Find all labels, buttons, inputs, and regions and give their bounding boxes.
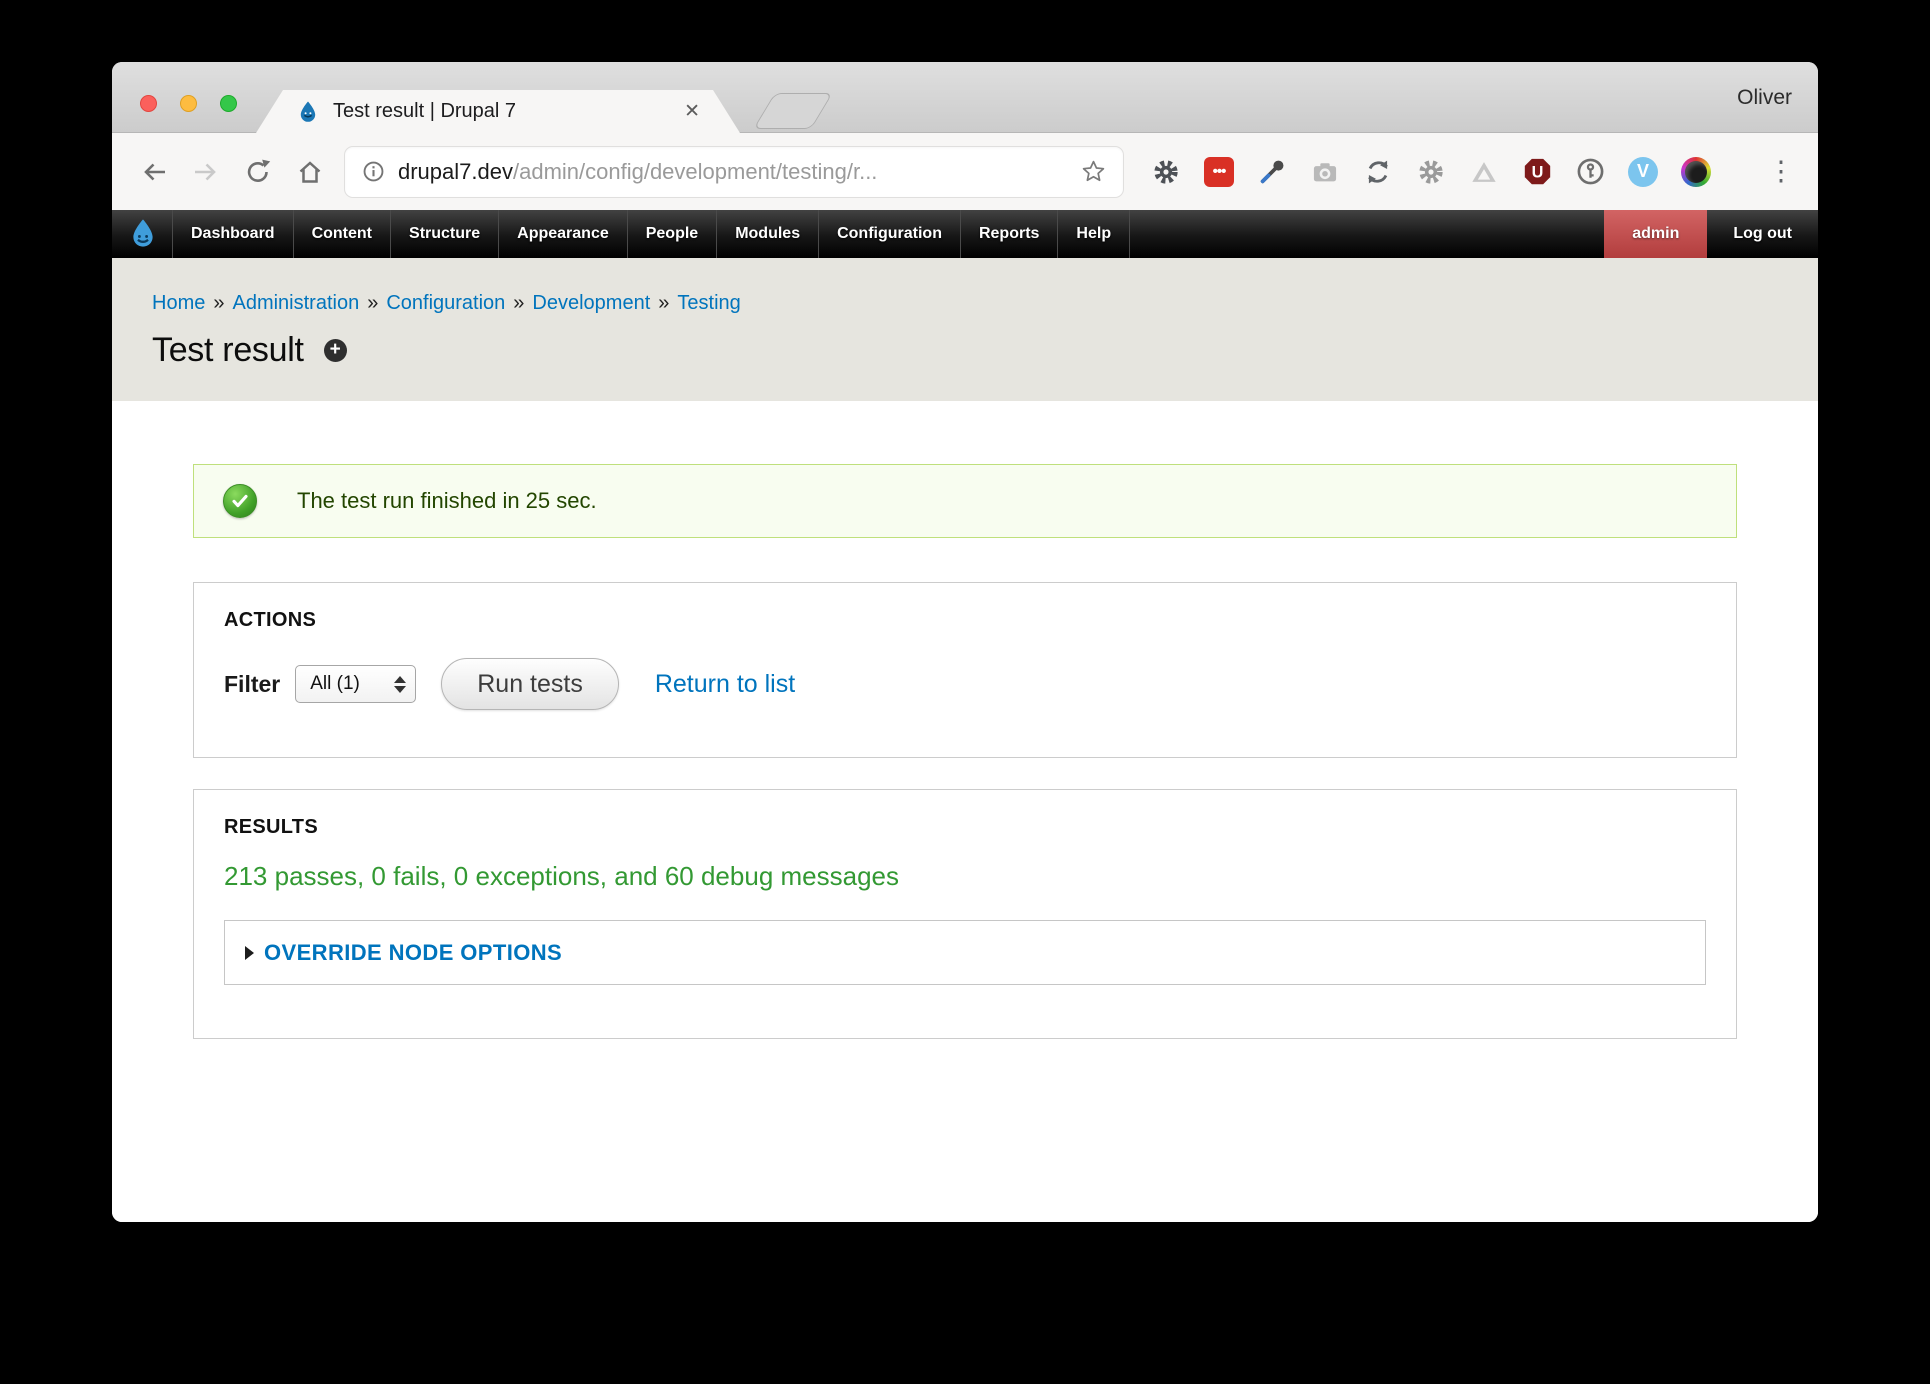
zoom-window-button[interactable] (220, 95, 237, 112)
url-path: /admin/config/development/testing/r... (513, 159, 877, 184)
toolbar-item-content[interactable]: Content (294, 210, 391, 258)
results-summary: 213 passes, 0 fails, 0 exceptions, and 6… (224, 861, 1706, 892)
browser-window: Test result | Drupal 7 ✕ Oliver drupal7.… (112, 62, 1818, 1222)
back-button[interactable] (128, 146, 180, 198)
new-tab-button[interactable] (753, 93, 833, 129)
browser-menu-icon[interactable]: ⋮ (1766, 156, 1796, 187)
page-content: The test run finished in 25 sec. ACTIONS… (112, 401, 1818, 1222)
toolbar-item-structure[interactable]: Structure (391, 210, 499, 258)
success-check-icon (223, 484, 257, 518)
browser-tab[interactable]: Test result | Drupal 7 ✕ (256, 90, 740, 133)
override-node-options-title: OVERRIDE NODE OPTIONS (264, 940, 562, 966)
window-controls (140, 95, 237, 112)
toolbar-item-help[interactable]: Help (1058, 210, 1130, 258)
tab-title: Test result | Drupal 7 (333, 100, 516, 123)
results-heading: RESULTS (224, 816, 1706, 839)
status-message-text: The test run finished in 25 sec. (297, 488, 597, 514)
vimeo-icon[interactable]: V (1627, 156, 1659, 188)
close-window-button[interactable] (140, 95, 157, 112)
drupal-admin-toolbar: Dashboard Content Structure Appearance P… (112, 210, 1818, 258)
toolbar-logout[interactable]: Log out (1707, 210, 1818, 258)
breadcrumb-separator: » (513, 292, 524, 314)
breadcrumb-testing[interactable]: Testing (677, 292, 740, 314)
results-panel: RESULTS 213 passes, 0 fails, 0 exception… (193, 789, 1737, 1039)
breadcrumb: Home » Administration » Configuration » Develo… (152, 292, 1818, 315)
override-node-options-toggle[interactable]: OVERRIDE NODE OPTIONS (245, 940, 562, 966)
ublock-origin-icon[interactable]: U (1521, 156, 1553, 188)
bookmark-star-icon[interactable] (1080, 158, 1107, 185)
camera-icon[interactable] (1309, 156, 1341, 188)
collapsed-arrow-icon (245, 946, 254, 960)
override-node-options-fieldset: OVERRIDE NODE OPTIONS (224, 920, 1706, 985)
status-message: The test run finished in 25 sec. (193, 464, 1737, 538)
settings-gear-icon[interactable] (1150, 156, 1182, 188)
camera-lens-icon[interactable] (1680, 156, 1712, 188)
site-info-icon[interactable] (361, 159, 386, 184)
actions-heading: ACTIONS (224, 609, 1706, 632)
extensions-area: ••• U V (1150, 156, 1802, 188)
toolbar-item-modules[interactable]: Modules (717, 210, 819, 258)
select-stepper-icon (394, 676, 406, 693)
toolbar-item-people[interactable]: People (628, 210, 717, 258)
toolbar-item-appearance[interactable]: Appearance (499, 210, 628, 258)
reload-button[interactable] (232, 146, 284, 198)
toolbar-user-admin[interactable]: admin (1604, 210, 1707, 258)
minimize-window-button[interactable] (180, 95, 197, 112)
filter-select[interactable]: All (1) (295, 665, 416, 703)
toolbar-item-reports[interactable]: Reports (961, 210, 1058, 258)
breadcrumb-separator: » (213, 292, 224, 314)
page-refresh-icon[interactable] (1362, 156, 1394, 188)
url-text: drupal7.dev/admin/config/development/tes… (398, 159, 877, 185)
page-header: Home » Administration » Configuration » Develo… (112, 258, 1818, 401)
drupal-logo-icon[interactable] (112, 210, 173, 258)
breadcrumb-development[interactable]: Development (532, 292, 650, 314)
breadcrumb-home[interactable]: Home (152, 292, 205, 314)
gear-icon[interactable] (1415, 156, 1447, 188)
drive-icon[interactable] (1468, 156, 1500, 188)
run-tests-button[interactable]: Run tests (441, 658, 619, 710)
tab-close-icon[interactable]: ✕ (684, 100, 700, 123)
add-shortcut-icon[interactable]: + (324, 339, 347, 362)
actions-panel: ACTIONS Filter All (1) Run tests Return … (193, 582, 1737, 758)
drupal-favicon-icon (296, 100, 320, 124)
key-ring-icon[interactable] (1574, 156, 1606, 188)
toolbar-item-dashboard[interactable]: Dashboard (173, 210, 294, 258)
profile-name[interactable]: Oliver (1737, 86, 1792, 110)
browser-titlebar[interactable]: Test result | Drupal 7 ✕ Oliver (112, 62, 1818, 133)
breadcrumb-configuration[interactable]: Configuration (386, 292, 505, 314)
forward-button[interactable] (180, 146, 232, 198)
breadcrumb-separator: » (367, 292, 378, 314)
breadcrumb-administration[interactable]: Administration (232, 292, 359, 314)
url-domain: drupal7.dev (398, 159, 513, 184)
filter-select-value: All (1) (310, 673, 360, 695)
color-picker-icon[interactable] (1256, 156, 1288, 188)
toolbar-item-configuration[interactable]: Configuration (819, 210, 961, 258)
password-manager-icon[interactable]: ••• (1203, 156, 1235, 188)
page-title: Test result (152, 331, 304, 370)
breadcrumb-separator: » (658, 292, 669, 314)
return-to-list-link[interactable]: Return to list (655, 670, 795, 699)
browser-toolbar: drupal7.dev/admin/config/development/tes… (112, 133, 1818, 210)
filter-label: Filter (224, 671, 280, 698)
address-bar[interactable]: drupal7.dev/admin/config/development/tes… (344, 146, 1124, 198)
home-button[interactable] (284, 146, 336, 198)
ublock-letter: U (1531, 164, 1543, 182)
